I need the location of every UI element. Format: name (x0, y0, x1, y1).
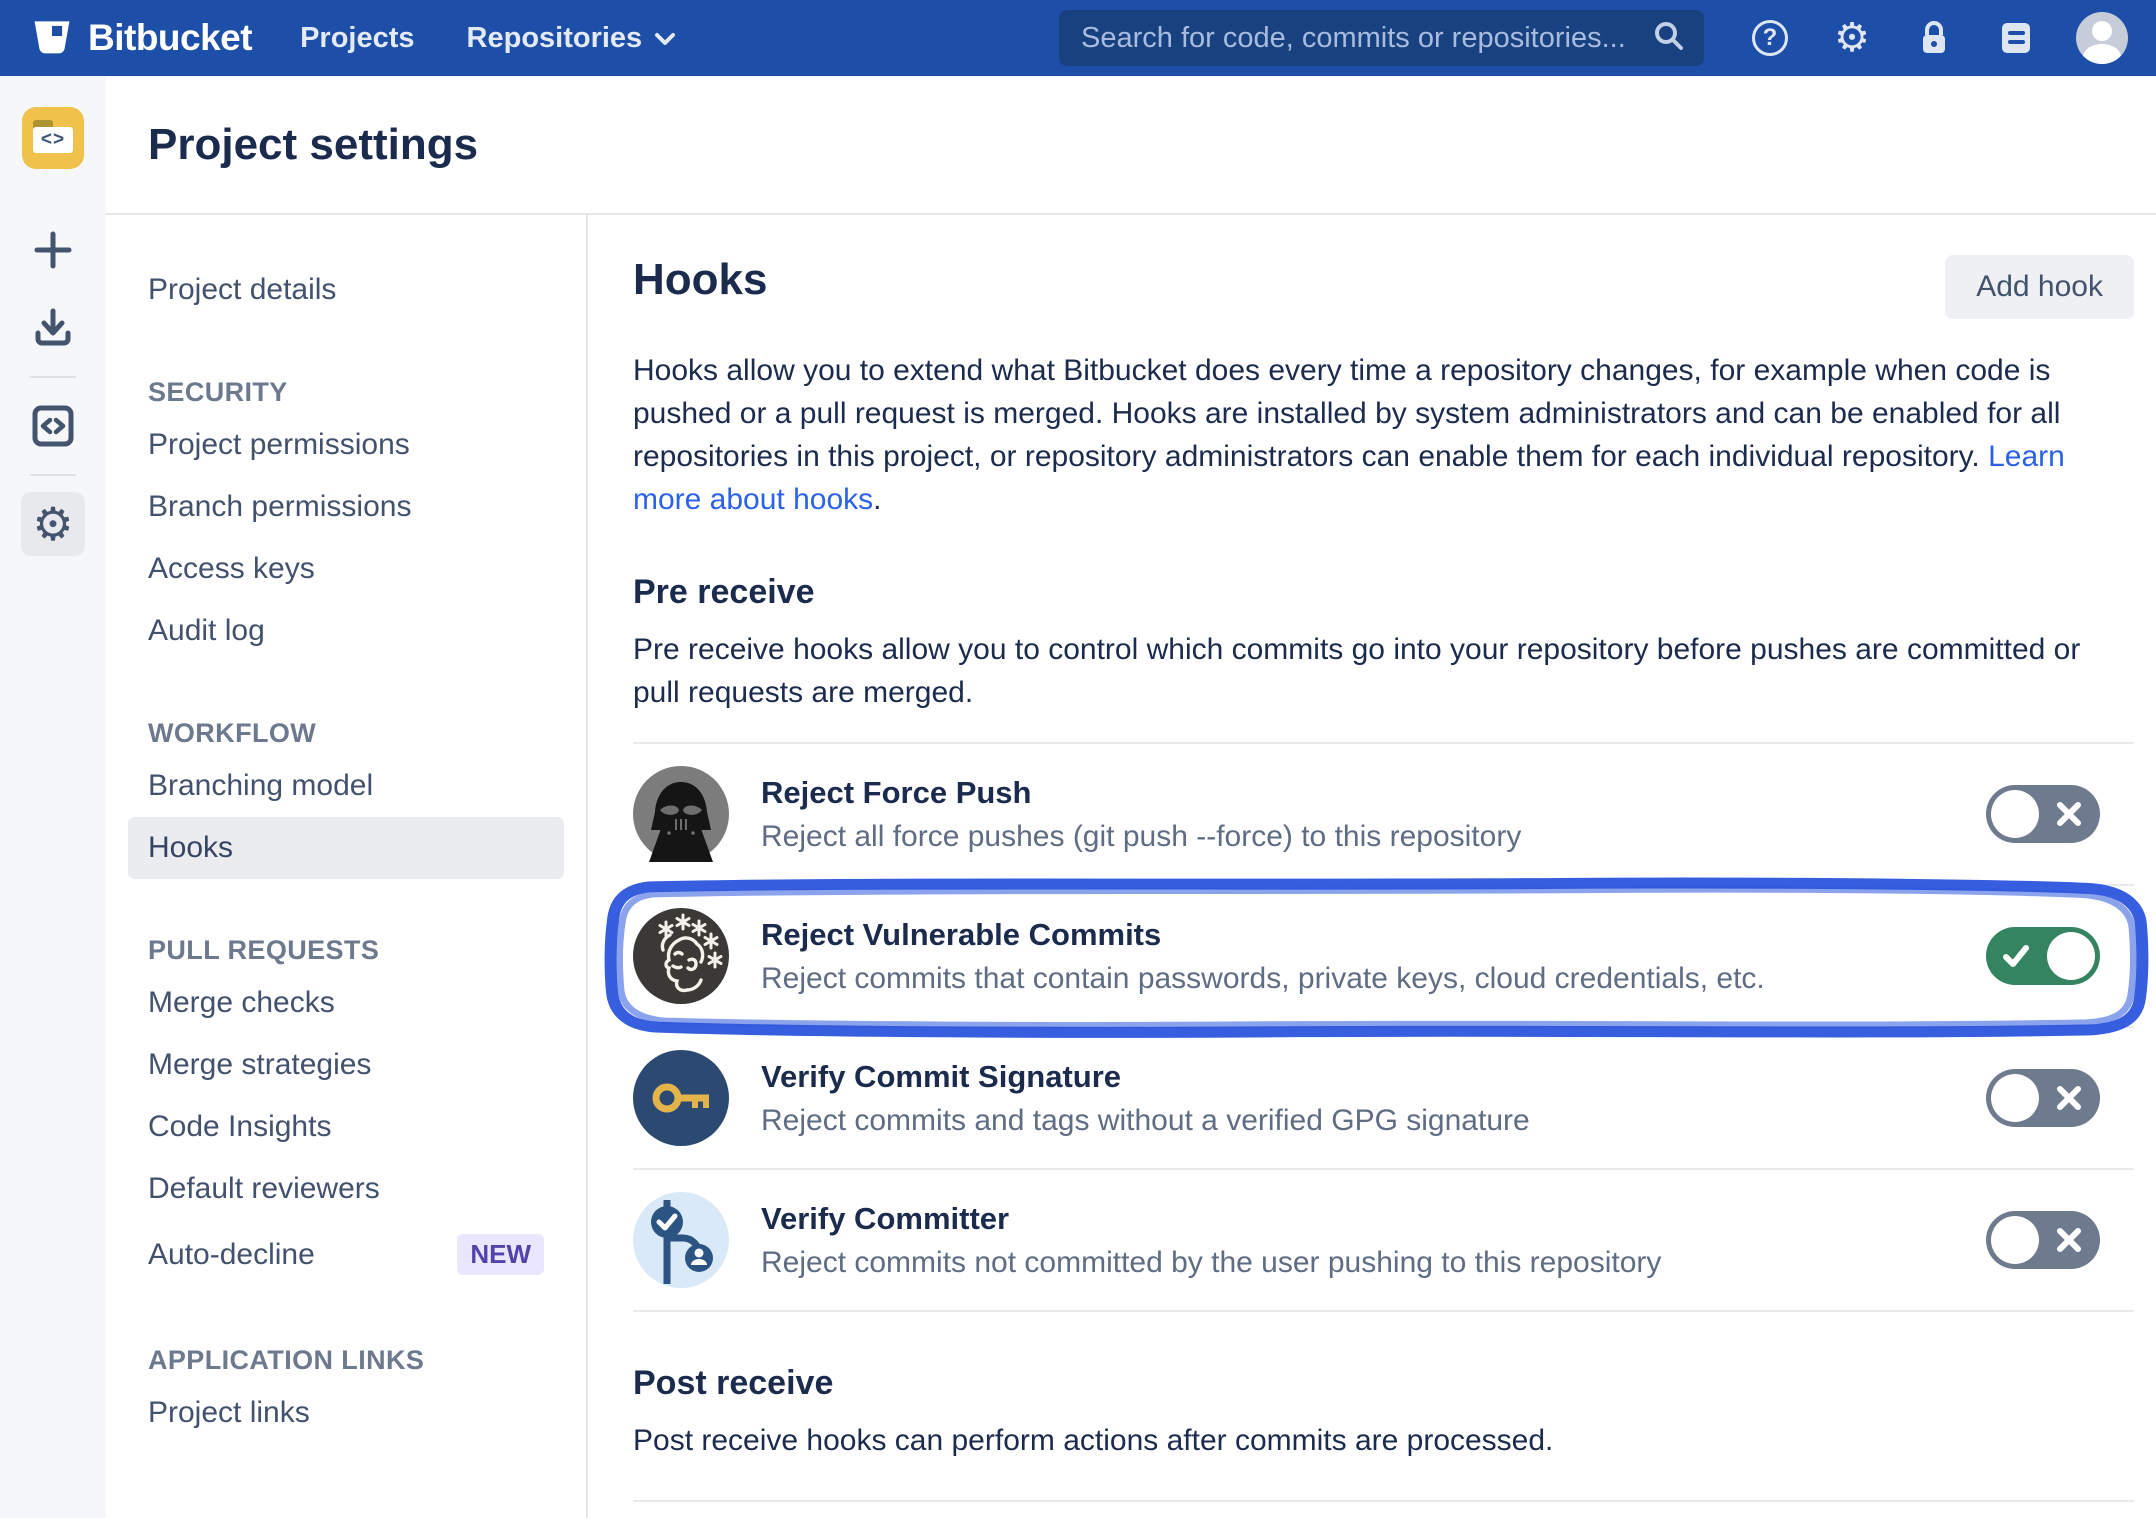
hook-row-reject-force-push: Reject Force Push Reject all force pushe… (633, 744, 2134, 886)
nav-projects[interactable]: Projects (300, 22, 414, 55)
settings-gear-icon[interactable]: ⚙ (21, 492, 85, 556)
pre-receive-hook-list: Reject Force Push Reject all force pushe… (633, 742, 2134, 1312)
hook-description: Reject commits and tags without a verifi… (761, 1104, 1530, 1138)
lock-icon[interactable] (1912, 16, 1956, 60)
check-icon (2002, 942, 2030, 970)
post-receive-empty-section: No hooks of this type have been installe… (633, 1500, 2134, 1518)
add-hook-button[interactable]: Add hook (1945, 255, 2134, 319)
bitbucket-logo[interactable]: Bitbucket (30, 14, 252, 63)
page-title: Project settings (148, 120, 478, 170)
sidebar-item-project-permissions[interactable]: Project permissions (128, 414, 564, 476)
commit-graph-avatar-icon (633, 1192, 729, 1288)
sidebar-section-pull-requests: PULL REQUESTS (128, 921, 564, 972)
hooks-panel: Hooks Add hook Hooks allow you to extend… (588, 215, 2156, 1518)
hook-toggle-reject-vulnerable-commits[interactable] (1986, 927, 2100, 985)
product-name: Bitbucket (88, 17, 252, 59)
top-navbar: Bitbucket Projects Repositories ? ⚙ (0, 0, 2156, 76)
sidebar-item-merge-checks[interactable]: Merge checks (128, 972, 564, 1034)
x-icon (2055, 1226, 2083, 1254)
create-plus-icon[interactable] (21, 218, 85, 282)
sidebar-item-branching-model[interactable]: Branching model (128, 755, 564, 817)
hook-description: Reject commits not committed by the user… (761, 1246, 1661, 1280)
hook-row-verify-commit-signature: Verify Commit Signature Reject commits a… (633, 1028, 2134, 1170)
sidebar-item-branch-permissions[interactable]: Branch permissions (128, 476, 564, 538)
darth-vader-avatar-icon (633, 766, 729, 862)
sidebar-item-code-insights[interactable]: Code Insights (128, 1096, 564, 1158)
chevron-down-icon (654, 22, 676, 55)
gear-icon[interactable]: ⚙ (1830, 16, 1874, 60)
hook-description: Reject all force pushes (git push --forc… (761, 820, 1521, 854)
nav-repositories[interactable]: Repositories (467, 22, 677, 55)
clone-download-icon[interactable] (21, 296, 85, 360)
hook-row-verify-committer: Verify Committer Reject commits not comm… (633, 1170, 2134, 1312)
hooks-title: Hooks (633, 255, 767, 305)
hook-toggle-verify-commit-signature[interactable] (1986, 1069, 2100, 1127)
rail-divider (30, 474, 76, 476)
hook-description: Reject commits that contain passwords, p… (761, 962, 1765, 996)
page-header: Project settings (106, 76, 2156, 215)
hooks-intro: Hooks allow you to extend what Bitbucket… (633, 349, 2134, 521)
hook-row-reject-vulnerable-commits: Reject Vulnerable Commits Reject commits… (633, 886, 2134, 1028)
help-icon[interactable]: ? (1748, 16, 1792, 60)
hook-name: Verify Commit Signature (761, 1059, 1530, 1095)
face-with-stars-avatar-icon (633, 908, 729, 1004)
pre-receive-description: Pre receive hooks allow you to control w… (633, 628, 2134, 714)
new-badge: NEW (457, 1234, 544, 1275)
hook-name: Verify Committer (761, 1201, 1661, 1237)
settings-sidebar: Project details SECURITY Project permiss… (106, 215, 588, 1518)
post-receive-title: Post receive (633, 1364, 2134, 1403)
user-avatar[interactable] (2076, 12, 2128, 64)
pre-receive-title: Pre receive (633, 573, 2134, 612)
sidebar-item-project-details[interactable]: Project details (128, 259, 564, 321)
panel-icon[interactable] (1994, 16, 2038, 60)
x-icon (2055, 800, 2083, 828)
search-icon[interactable] (1652, 19, 1686, 58)
sidebar-section-application-links: APPLICATION LINKS (128, 1331, 564, 1382)
sidebar-item-access-keys[interactable]: Access keys (128, 538, 564, 600)
hook-toggle-verify-committer[interactable] (1986, 1211, 2100, 1269)
global-search[interactable] (1059, 10, 1704, 66)
key-avatar-icon (633, 1050, 729, 1146)
hook-name: Reject Force Push (761, 775, 1521, 811)
sidebar-item-audit-log[interactable]: Audit log (128, 600, 564, 662)
hook-toggle-reject-force-push[interactable] (1986, 785, 2100, 843)
rail-divider (30, 376, 76, 378)
sidebar-item-auto-decline[interactable]: Auto-decline NEW (128, 1220, 564, 1289)
search-input[interactable] (1081, 22, 1652, 55)
sidebar-item-default-reviewers[interactable]: Default reviewers (128, 1158, 564, 1220)
code-browser-icon[interactable] (21, 394, 85, 458)
sidebar-section-workflow: WORKFLOW (128, 704, 564, 755)
sidebar-item-project-links[interactable]: Project links (128, 1382, 564, 1444)
bitbucket-bucket-icon (30, 14, 74, 63)
post-receive-description: Post receive hooks can perform actions a… (633, 1419, 2134, 1462)
x-icon (2055, 1084, 2083, 1112)
project-avatar[interactable]: <> (21, 106, 85, 170)
sidebar-section-security: SECURITY (128, 363, 564, 414)
sidebar-item-merge-strategies[interactable]: Merge strategies (128, 1034, 564, 1096)
sidebar-item-hooks[interactable]: Hooks (128, 817, 564, 879)
hook-name: Reject Vulnerable Commits (761, 917, 1765, 953)
folder-code-icon: <> (22, 107, 84, 169)
left-rail: <> ⚙ (0, 76, 106, 1518)
